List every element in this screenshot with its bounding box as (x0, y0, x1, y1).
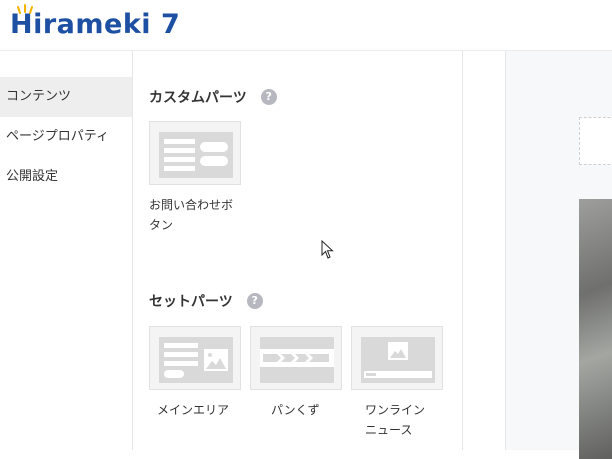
part-card-one-line-news[interactable] (351, 326, 443, 390)
app-logo[interactable]: Hirameki 7 (10, 4, 180, 40)
breadcrumb-thumbnail-icon (260, 337, 334, 383)
logo-spark-icon (17, 4, 33, 14)
contact-button-thumbnail-icon (159, 132, 233, 178)
part-label-contact-button: お問い合わせボ タン (149, 198, 234, 232)
main-area-thumbnail-icon (159, 337, 233, 383)
one-line-news-thumbnail-icon (361, 337, 435, 383)
sidebar-item-contents[interactable]: コンテンツ (0, 77, 132, 117)
app-header: Hirameki 7 (0, 0, 612, 51)
parts-panel: カスタムパーツ ? お問い合わせボ タン セットパーツ ? メインエリア パンく… (133, 51, 463, 450)
set-parts-title: セットパーツ (149, 294, 233, 310)
sidebar-item-label: 公開設定 (6, 169, 59, 184)
sidebar-item-publish-settings[interactable]: 公開設定 (0, 157, 132, 197)
preview-drop-zone[interactable] (579, 117, 612, 165)
part-card-contact-button[interactable] (149, 121, 241, 185)
help-icon[interactable]: ? (246, 293, 263, 309)
sidebar-item-label: ページプロパティ (6, 129, 109, 144)
set-parts-heading: セットパーツ ? (149, 291, 263, 311)
sidebar-item-page-properties[interactable]: ページプロパティ (0, 117, 132, 157)
help-icon[interactable]: ? (260, 89, 277, 105)
preview-image (579, 199, 612, 459)
part-label-one-line-news: ワンライン ニュース (365, 403, 426, 437)
sidebar-item-label: コンテンツ (6, 89, 72, 104)
custom-parts-heading: カスタムパーツ ? (149, 87, 277, 107)
part-card-breadcrumb[interactable] (250, 326, 342, 390)
part-label-breadcrumb: パンくず (271, 403, 320, 417)
mouse-cursor-icon (321, 240, 334, 259)
part-label-main-area: メインエリア (157, 403, 230, 417)
sidebar: コンテンツ ページプロパティ 公開設定 (0, 51, 133, 450)
page-preview[interactable] (506, 51, 612, 459)
part-card-main-area[interactable] (149, 326, 241, 390)
panel-gutter (463, 51, 506, 450)
logo-text: Hirameki 7 (10, 9, 181, 40)
custom-parts-title: カスタムパーツ (149, 90, 247, 106)
